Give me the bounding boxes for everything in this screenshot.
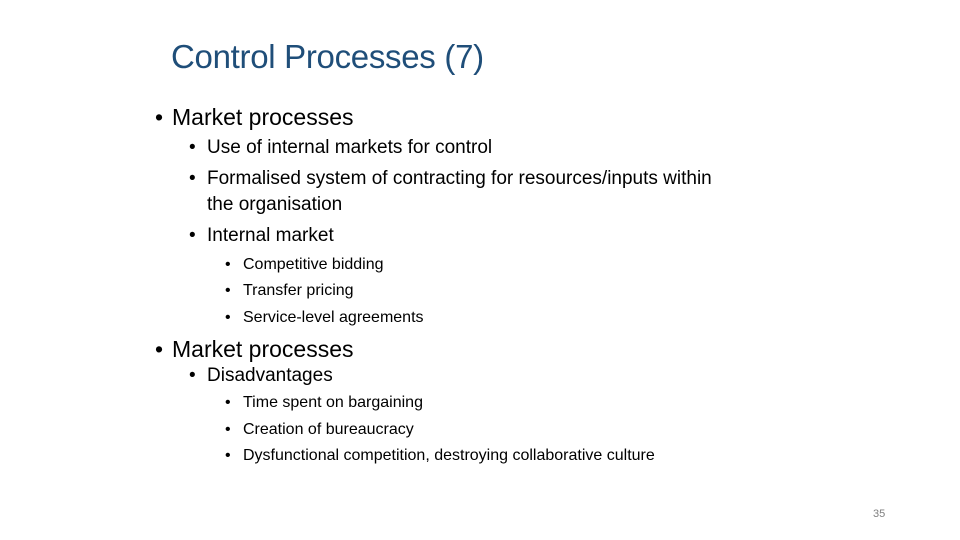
bullet-item: Dysfunctional competition, destroying co… — [243, 447, 655, 464]
bullet-item: Internal market — [207, 225, 334, 246]
bullet-item: Service-level agreements — [243, 309, 424, 326]
bullet-item: Creation of bureaucracy — [243, 421, 414, 438]
bullet-item: Transfer pricing — [243, 282, 354, 299]
bullet-icon: • — [189, 225, 196, 246]
slide-title: Control Processes (7) — [171, 38, 484, 75]
bullet-icon: • — [225, 256, 231, 273]
bullet-icon: • — [225, 421, 231, 438]
bullet-item: Formalised system of contracting for res… — [207, 168, 712, 189]
bullet-item: Disadvantages — [207, 365, 333, 386]
bullet-item-continuation: the organisation — [207, 194, 343, 215]
bullet-icon: • — [189, 168, 196, 189]
bullet-icon: • — [225, 309, 231, 326]
bullet-icon: • — [155, 104, 164, 130]
bullet-item: Market processes — [172, 336, 354, 362]
bullet-icon: • — [225, 282, 231, 299]
bullet-item: Competitive bidding — [243, 256, 384, 273]
bullet-icon: • — [155, 336, 164, 362]
bullet-icon: • — [225, 394, 231, 411]
bullet-icon: • — [189, 365, 196, 386]
bullet-icon: • — [225, 447, 231, 464]
page-number: 35 — [873, 508, 886, 520]
bullet-item: Market processes — [172, 104, 354, 130]
bullet-item: Time spent on bargaining — [243, 394, 423, 411]
bullet-item: Use of internal markets for control — [207, 137, 493, 158]
bullet-icon: • — [189, 137, 196, 158]
